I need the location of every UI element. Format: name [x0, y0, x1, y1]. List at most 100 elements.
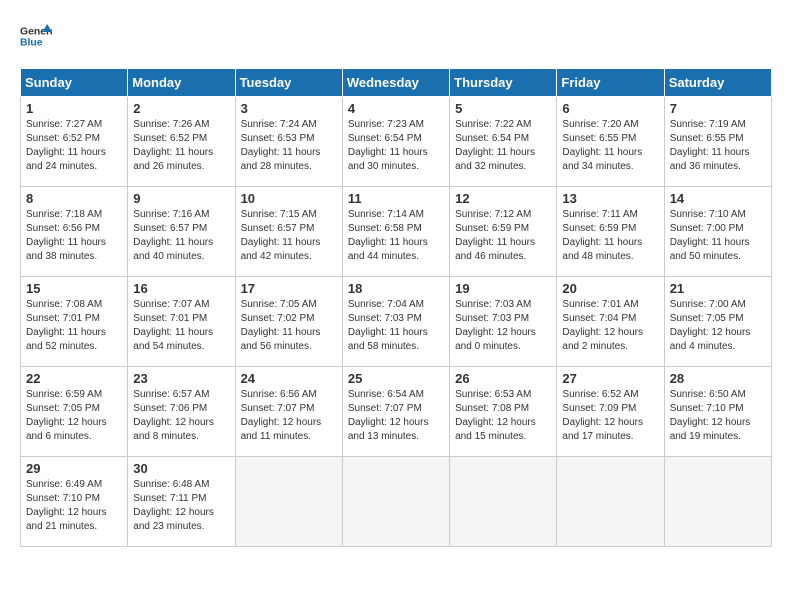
daylight-hours: Daylight: 11 hours and 28 minutes. [241, 147, 321, 172]
sunrise-time: Sunrise: 7:22 AM [455, 119, 531, 130]
calendar-header-row: SundayMondayTuesdayWednesdayThursdayFrid… [21, 69, 772, 97]
sunrise-time: Sunrise: 7:08 AM [26, 299, 102, 310]
day-info: Sunrise: 7:07 AM Sunset: 7:01 PM Dayligh… [133, 298, 229, 354]
sunset-time: Sunset: 6:58 PM [348, 223, 422, 234]
day-of-week-header: Tuesday [235, 69, 342, 97]
sunrise-time: Sunrise: 6:48 AM [133, 479, 209, 490]
sunset-time: Sunset: 7:06 PM [133, 403, 207, 414]
calendar-week-row: 15 Sunrise: 7:08 AM Sunset: 7:01 PM Dayl… [21, 277, 772, 367]
day-number: 6 [562, 101, 658, 116]
sunset-time: Sunset: 6:56 PM [26, 223, 100, 234]
sunset-time: Sunset: 7:01 PM [133, 313, 207, 324]
daylight-hours: Daylight: 11 hours and 42 minutes. [241, 237, 321, 262]
day-info: Sunrise: 6:53 AM Sunset: 7:08 PM Dayligh… [455, 388, 551, 444]
day-number: 22 [26, 371, 122, 386]
day-number: 25 [348, 371, 444, 386]
sunrise-time: Sunrise: 6:53 AM [455, 389, 531, 400]
daylight-hours: Daylight: 12 hours and 11 minutes. [241, 417, 322, 442]
sunrise-time: Sunrise: 6:49 AM [26, 479, 102, 490]
sunset-time: Sunset: 7:07 PM [241, 403, 315, 414]
day-info: Sunrise: 7:11 AM Sunset: 6:59 PM Dayligh… [562, 208, 658, 264]
daylight-hours: Daylight: 11 hours and 48 minutes. [562, 237, 642, 262]
daylight-hours: Daylight: 12 hours and 13 minutes. [348, 417, 429, 442]
daylight-hours: Daylight: 12 hours and 21 minutes. [26, 507, 107, 532]
daylight-hours: Daylight: 11 hours and 46 minutes. [455, 237, 535, 262]
calendar-day-cell: 17 Sunrise: 7:05 AM Sunset: 7:02 PM Dayl… [235, 277, 342, 367]
calendar-day-cell: 12 Sunrise: 7:12 AM Sunset: 6:59 PM Dayl… [450, 187, 557, 277]
calendar-day-cell: 29 Sunrise: 6:49 AM Sunset: 7:10 PM Dayl… [21, 457, 128, 547]
day-number: 8 [26, 191, 122, 206]
day-number: 9 [133, 191, 229, 206]
day-number: 2 [133, 101, 229, 116]
daylight-hours: Daylight: 11 hours and 30 minutes. [348, 147, 428, 172]
day-number: 17 [241, 281, 337, 296]
sunrise-time: Sunrise: 7:20 AM [562, 119, 638, 130]
calendar-day-cell: 14 Sunrise: 7:10 AM Sunset: 7:00 PM Dayl… [664, 187, 771, 277]
sunset-time: Sunset: 7:00 PM [670, 223, 744, 234]
daylight-hours: Daylight: 11 hours and 52 minutes. [26, 327, 106, 352]
day-info: Sunrise: 7:16 AM Sunset: 6:57 PM Dayligh… [133, 208, 229, 264]
day-info: Sunrise: 7:10 AM Sunset: 7:00 PM Dayligh… [670, 208, 766, 264]
day-of-week-header: Friday [557, 69, 664, 97]
day-number: 10 [241, 191, 337, 206]
daylight-hours: Daylight: 12 hours and 0 minutes. [455, 327, 536, 352]
sunrise-time: Sunrise: 6:50 AM [670, 389, 746, 400]
calendar-day-cell: 3 Sunrise: 7:24 AM Sunset: 6:53 PM Dayli… [235, 97, 342, 187]
sunset-time: Sunset: 7:03 PM [455, 313, 529, 324]
calendar-table: SundayMondayTuesdayWednesdayThursdayFrid… [20, 68, 772, 547]
day-info: Sunrise: 6:50 AM Sunset: 7:10 PM Dayligh… [670, 388, 766, 444]
daylight-hours: Daylight: 11 hours and 40 minutes. [133, 237, 213, 262]
sunset-time: Sunset: 7:03 PM [348, 313, 422, 324]
sunrise-time: Sunrise: 6:56 AM [241, 389, 317, 400]
day-number: 30 [133, 461, 229, 476]
sunset-time: Sunset: 6:57 PM [241, 223, 315, 234]
day-info: Sunrise: 7:04 AM Sunset: 7:03 PM Dayligh… [348, 298, 444, 354]
calendar-day-cell: 4 Sunrise: 7:23 AM Sunset: 6:54 PM Dayli… [342, 97, 449, 187]
sunrise-time: Sunrise: 7:00 AM [670, 299, 746, 310]
day-of-week-header: Sunday [21, 69, 128, 97]
calendar-body: 1 Sunrise: 7:27 AM Sunset: 6:52 PM Dayli… [21, 97, 772, 547]
daylight-hours: Daylight: 11 hours and 50 minutes. [670, 237, 750, 262]
calendar-day-cell: 18 Sunrise: 7:04 AM Sunset: 7:03 PM Dayl… [342, 277, 449, 367]
calendar-day-cell [664, 457, 771, 547]
day-info: Sunrise: 7:26 AM Sunset: 6:52 PM Dayligh… [133, 118, 229, 174]
day-info: Sunrise: 7:22 AM Sunset: 6:54 PM Dayligh… [455, 118, 551, 174]
sunset-time: Sunset: 7:09 PM [562, 403, 636, 414]
sunset-time: Sunset: 7:04 PM [562, 313, 636, 324]
day-info: Sunrise: 6:48 AM Sunset: 7:11 PM Dayligh… [133, 478, 229, 534]
day-info: Sunrise: 6:54 AM Sunset: 7:07 PM Dayligh… [348, 388, 444, 444]
sunrise-time: Sunrise: 7:14 AM [348, 209, 424, 220]
daylight-hours: Daylight: 11 hours and 54 minutes. [133, 327, 213, 352]
sunset-time: Sunset: 7:08 PM [455, 403, 529, 414]
sunrise-time: Sunrise: 7:03 AM [455, 299, 531, 310]
sunset-time: Sunset: 7:02 PM [241, 313, 315, 324]
day-info: Sunrise: 7:05 AM Sunset: 7:02 PM Dayligh… [241, 298, 337, 354]
calendar-day-cell: 15 Sunrise: 7:08 AM Sunset: 7:01 PM Dayl… [21, 277, 128, 367]
daylight-hours: Daylight: 11 hours and 26 minutes. [133, 147, 213, 172]
sunrise-time: Sunrise: 7:24 AM [241, 119, 317, 130]
day-number: 18 [348, 281, 444, 296]
calendar-day-cell: 26 Sunrise: 6:53 AM Sunset: 7:08 PM Dayl… [450, 367, 557, 457]
sunset-time: Sunset: 7:01 PM [26, 313, 100, 324]
calendar-day-cell: 8 Sunrise: 7:18 AM Sunset: 6:56 PM Dayli… [21, 187, 128, 277]
sunset-time: Sunset: 7:07 PM [348, 403, 422, 414]
sunrise-time: Sunrise: 7:04 AM [348, 299, 424, 310]
daylight-hours: Daylight: 11 hours and 24 minutes. [26, 147, 106, 172]
sunrise-time: Sunrise: 6:59 AM [26, 389, 102, 400]
sunrise-time: Sunrise: 7:10 AM [670, 209, 746, 220]
day-info: Sunrise: 7:15 AM Sunset: 6:57 PM Dayligh… [241, 208, 337, 264]
calendar-week-row: 1 Sunrise: 7:27 AM Sunset: 6:52 PM Dayli… [21, 97, 772, 187]
sunset-time: Sunset: 6:52 PM [133, 133, 207, 144]
calendar-day-cell: 16 Sunrise: 7:07 AM Sunset: 7:01 PM Dayl… [128, 277, 235, 367]
day-number: 16 [133, 281, 229, 296]
calendar-day-cell: 6 Sunrise: 7:20 AM Sunset: 6:55 PM Dayli… [557, 97, 664, 187]
sunrise-time: Sunrise: 7:12 AM [455, 209, 531, 220]
day-of-week-header: Monday [128, 69, 235, 97]
calendar-day-cell [557, 457, 664, 547]
day-number: 11 [348, 191, 444, 206]
day-number: 29 [26, 461, 122, 476]
page-header: General Blue [20, 20, 772, 52]
day-info: Sunrise: 7:27 AM Sunset: 6:52 PM Dayligh… [26, 118, 122, 174]
day-number: 20 [562, 281, 658, 296]
daylight-hours: Daylight: 11 hours and 58 minutes. [348, 327, 428, 352]
